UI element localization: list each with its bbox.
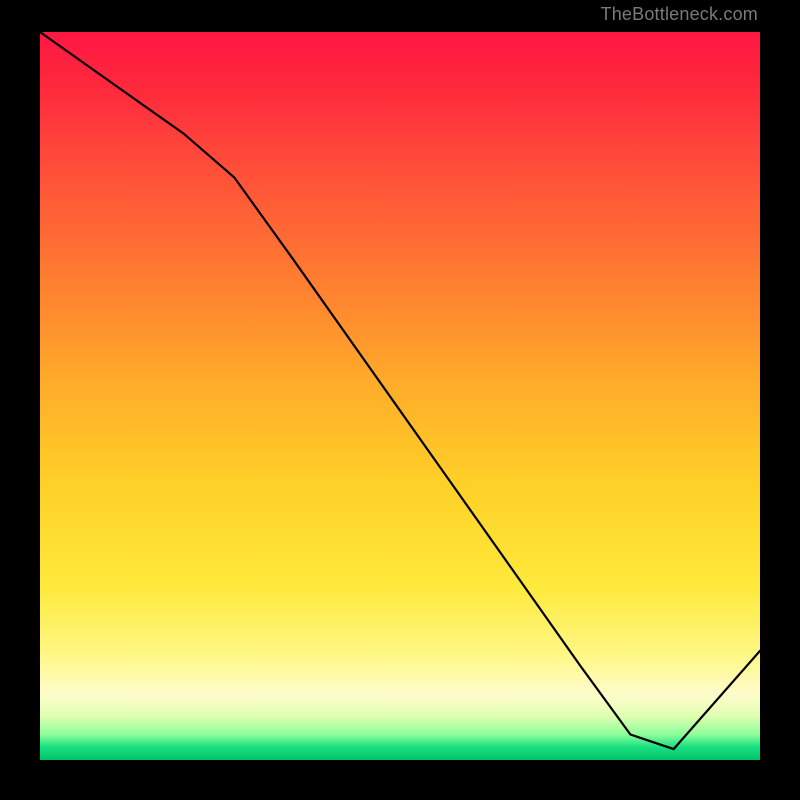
chart-frame: TheBottleneck.com: [0, 0, 800, 800]
watermark-text: TheBottleneck.com: [601, 4, 758, 25]
plot-area: [40, 32, 760, 760]
bottleneck-curve-path: [40, 32, 760, 749]
line-curve: [40, 32, 760, 760]
